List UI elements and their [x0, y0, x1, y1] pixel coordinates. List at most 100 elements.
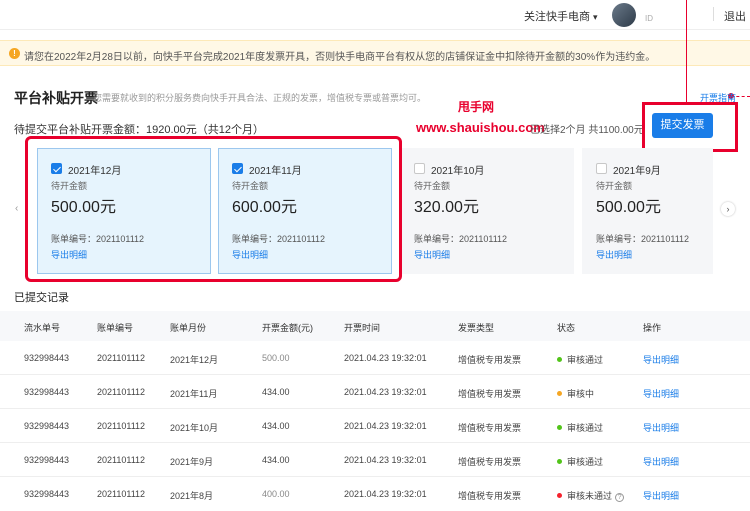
export-detail-link[interactable]: 导出明细	[643, 387, 679, 400]
carousel-prev-icon[interactable]: ‹	[15, 203, 18, 214]
table-row: 932998443 2021101112 2021年10月 434.00 202…	[0, 409, 750, 443]
cell-type: 增值税专用发票	[458, 423, 522, 433]
cell-month: 2021年11月	[170, 389, 218, 399]
status-text: 审核中	[567, 389, 595, 399]
month-card[interactable]: 2021年10月 待开金额 320.00元 账单编号：2021101112 导出…	[400, 148, 574, 274]
status-dot-icon	[557, 357, 562, 362]
col-action: 操作	[643, 323, 662, 333]
status-text: 审核未通过	[567, 491, 613, 501]
cell-time: 2021.04.23 19:32:01	[344, 455, 427, 465]
col-bill: 账单编号	[97, 323, 134, 333]
col-type: 发票类型	[458, 323, 495, 333]
cell-bill: 2021101112	[97, 455, 146, 465]
month-card[interactable]: 2021年9月 待开金额 500.00元 账单编号：2021101112 导出明…	[582, 148, 713, 274]
selected-summary-text: 已选择2个月 共1100.00元	[530, 125, 644, 136]
cell-amount: 400.00	[262, 489, 290, 499]
page-subtitle: 您需要就收到的积分服务费向快手开具合法、正规的发票，增值税专票或普票均可。	[93, 93, 427, 103]
card-amount: 320.00元	[414, 199, 479, 216]
export-detail-link[interactable]: 导出明细	[643, 421, 679, 434]
cell-status: 审核通过	[557, 421, 603, 434]
cell-bill: 2021101112	[97, 387, 146, 397]
cell-time: 2021.04.23 19:32:01	[344, 387, 427, 397]
table-row: 932998443 2021101112 2021年12月 500.00 202…	[0, 341, 750, 375]
cell-time: 2021.04.23 19:32:01	[344, 489, 427, 499]
card-bill-number: 账单编号：2021101112	[596, 234, 690, 244]
warning-icon: !	[9, 48, 20, 59]
status-dot-icon	[557, 493, 562, 498]
col-status: 状态	[557, 323, 576, 333]
col-time: 开票时间	[344, 323, 381, 333]
cell-status: 审核通过	[557, 455, 603, 468]
watermark-url: www.shauishou.com	[416, 120, 545, 135]
records-table-header: 流水单号 账单编号 账单月份 开票金额(元) 开票时间 发票类型 状态 操作	[0, 311, 750, 341]
cell-month: 2021年12月	[170, 355, 219, 365]
records-title: 已提交记录	[14, 292, 69, 304]
annotation-line	[686, 0, 687, 102]
status-text: 审核通过	[567, 423, 604, 433]
status-dot-icon	[557, 459, 562, 464]
cell-serial: 932998443	[24, 489, 70, 499]
page-title: 平台补贴开票	[14, 90, 98, 106]
pending-amount-text: 待提交平台补贴开票金额：1920.00元（共12个月）	[14, 124, 264, 136]
cell-month: 2021年10月	[170, 423, 219, 433]
table-row: 932998443 2021101112 2021年9月 434.00 2021…	[0, 443, 750, 477]
table-row: 932998443 2021101112 2021年11月 434.00 202…	[0, 375, 750, 409]
cell-status: 审核通过	[557, 353, 603, 366]
card-amount-label: 待开金额	[414, 181, 451, 191]
cell-type: 增值税专用发票	[458, 491, 522, 501]
cell-time: 2021.04.23 19:32:01	[344, 353, 427, 363]
cell-serial: 932998443	[24, 455, 70, 465]
cell-bill: 2021101112	[97, 489, 146, 499]
cell-serial: 932998443	[24, 421, 70, 431]
cell-amount: 434.00	[262, 387, 290, 397]
selected-cards-highlight	[25, 136, 402, 282]
export-detail-link[interactable]: 导出明细	[643, 455, 679, 468]
top-bar: 关注快手电商 ▾ ID 退出	[0, 0, 750, 30]
cell-type: 增值税专用发票	[458, 389, 522, 399]
cell-bill: 2021101112	[97, 353, 146, 363]
card-bill-number: 账单编号：2021101112	[414, 234, 508, 244]
cell-type: 增值税专用发票	[458, 355, 522, 365]
export-detail-link[interactable]: 导出明细	[643, 353, 679, 366]
card-month: 2021年10月	[431, 166, 485, 177]
cell-month: 2021年9月	[170, 457, 214, 467]
status-dot-icon	[557, 425, 562, 430]
status-text: 审核通过	[567, 355, 604, 365]
col-amount: 开票金额(元)	[262, 323, 313, 333]
notice-banner: ! 请您在2022年2月28日以前，向快手平台完成2021年度发票开具，否则快手…	[0, 40, 750, 66]
cell-amount: 500.00	[262, 353, 290, 363]
carousel-next-icon[interactable]: ›	[721, 202, 735, 216]
card-amount: 500.00元	[596, 199, 661, 216]
card-month: 2021年9月	[613, 166, 661, 177]
chevron-down-icon: ▾	[593, 12, 598, 22]
cell-serial: 932998443	[24, 387, 70, 397]
table-row: 932998443 2021101112 2021年8月 400.00 2021…	[0, 477, 750, 511]
card-amount-label: 待开金额	[596, 181, 633, 191]
logout-link[interactable]: 退出	[724, 8, 746, 24]
card-checkbox[interactable]	[414, 163, 425, 174]
cell-status: 审核未通过?	[557, 489, 625, 502]
export-detail-link[interactable]: 导出明细	[643, 489, 679, 502]
card-export-link[interactable]: 导出明细	[596, 248, 632, 261]
col-serial: 流水单号	[24, 323, 61, 333]
status-text: 审核通过	[567, 457, 604, 467]
status-dot-icon	[557, 391, 562, 396]
follow-label: 关注快手电商	[524, 11, 590, 23]
cell-status: 审核中	[557, 387, 594, 400]
divider	[713, 7, 714, 21]
cell-bill: 2021101112	[97, 421, 146, 431]
cell-serial: 932998443	[24, 353, 70, 363]
submit-button-highlight	[642, 102, 738, 152]
watermark-name: 甩手网	[458, 100, 495, 114]
user-id-label: ID	[645, 14, 653, 23]
avatar[interactable]	[612, 3, 636, 27]
follow-store-menu[interactable]: 关注快手电商 ▾	[524, 8, 598, 24]
cell-time: 2021.04.23 19:32:01	[344, 421, 427, 431]
card-checkbox[interactable]	[596, 163, 607, 174]
cell-amount: 434.00	[262, 421, 290, 431]
cell-month: 2021年8月	[170, 491, 214, 501]
col-month: 账单月份	[170, 323, 207, 333]
card-export-link[interactable]: 导出明细	[414, 248, 450, 261]
cell-amount: 434.00	[262, 455, 290, 465]
cell-type: 增值税专用发票	[458, 457, 522, 467]
